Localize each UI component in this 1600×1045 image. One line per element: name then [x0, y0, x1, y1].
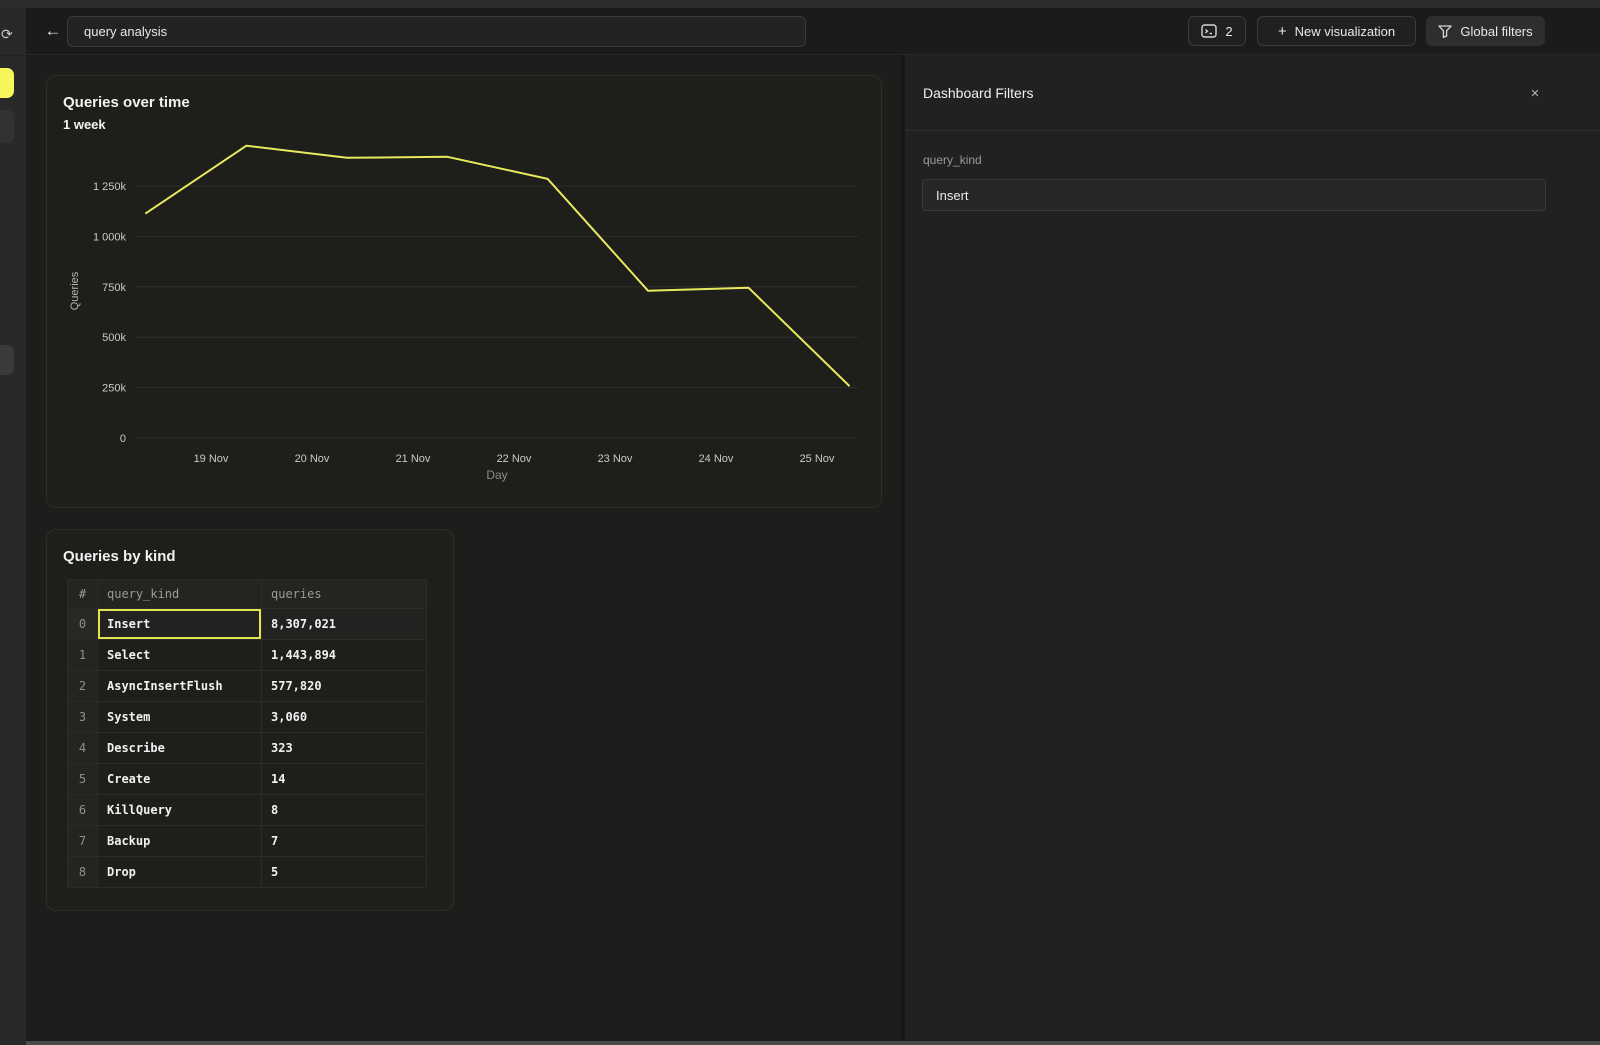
queries-value-cell[interactable]: 3,060 — [262, 702, 427, 733]
column-header-query-kind[interactable]: query_kind — [98, 580, 262, 609]
app-window: ⟳ ← 2 + New visualization — [0, 0, 1600, 1045]
svg-text:21 Nov: 21 Nov — [396, 453, 431, 465]
row-index-cell: 4 — [68, 733, 98, 764]
row-index-cell: 3 — [68, 702, 98, 733]
queries-by-kind-tbody: 0Insert8,307,0211Select1,443,8942AsyncIn… — [68, 609, 427, 888]
window-top-edge — [0, 0, 1600, 8]
column-header-index[interactable]: # — [68, 580, 98, 609]
top-bar: ← 2 + New visualization Global fi — [26, 8, 1600, 55]
queries-over-time-card[interactable]: Queries over time 1 week 0250k500k750k1 … — [46, 75, 882, 508]
left-sidebar: ⟳ — [0, 8, 26, 1045]
table-row: 3System3,060 — [68, 702, 427, 733]
global-filters-button[interactable]: Global filters — [1426, 16, 1545, 46]
close-panel-button[interactable]: ✕ — [1525, 83, 1545, 103]
global-filters-label: Global filters — [1460, 24, 1532, 39]
visualization-count-button[interactable]: 2 — [1188, 16, 1246, 46]
query-kind-cell[interactable]: System — [98, 702, 262, 733]
query-kind-cell[interactable]: Backup — [98, 826, 262, 857]
queries-by-kind-card[interactable]: Queries by kind # query_kind queries 0In… — [46, 529, 454, 911]
queries-by-kind-table: # query_kind queries 0Insert8,307,0211Se… — [67, 579, 427, 888]
window-bottom-edge — [26, 1041, 1600, 1045]
svg-text:23 Nov: 23 Nov — [598, 453, 633, 465]
svg-text:25 Nov: 25 Nov — [800, 453, 835, 465]
query-kind-filter-value: Insert — [936, 188, 969, 203]
svg-text:Queries: Queries — [69, 271, 81, 310]
query-kind-cell[interactable]: AsyncInsertFlush — [98, 671, 262, 702]
svg-text:0: 0 — [120, 433, 126, 445]
svg-text:1 250k: 1 250k — [93, 181, 127, 193]
queries-value-cell[interactable]: 7 — [262, 826, 427, 857]
queries-value-cell[interactable]: 8 — [262, 795, 427, 826]
query-kind-cell[interactable]: Select — [98, 640, 262, 671]
new-visualization-button[interactable]: + New visualization — [1257, 16, 1416, 46]
arrow-left-icon: ← — [45, 21, 62, 41]
query-kind-cell[interactable]: Create — [98, 764, 262, 795]
svg-text:250k: 250k — [102, 383, 126, 395]
svg-text:22 Nov: 22 Nov — [497, 453, 532, 465]
svg-text:1 000k: 1 000k — [93, 231, 127, 243]
table-row: 2AsyncInsertFlush577,820 — [68, 671, 427, 702]
close-icon: ✕ — [1530, 87, 1539, 100]
sidebar-item-active[interactable] — [0, 68, 14, 98]
svg-text:500k: 500k — [102, 332, 126, 344]
dashboard-filters-panel: Dashboard Filters ✕ query_kind Insert — [905, 55, 1600, 1040]
queries-value-cell[interactable]: 5 — [262, 857, 427, 888]
row-index-cell: 1 — [68, 640, 98, 671]
history-icon[interactable]: ⟳ — [1, 26, 13, 43]
filter-funnel-icon — [1438, 25, 1452, 38]
svg-text:19 Nov: 19 Nov — [194, 453, 229, 465]
query-kind-filter-select[interactable]: Insert — [922, 179, 1546, 211]
table-row: 5Create14 — [68, 764, 427, 795]
filter-field-label: query_kind — [923, 153, 982, 167]
plus-icon: + — [1278, 24, 1287, 39]
table-row: 8Drop5 — [68, 857, 427, 888]
column-header-queries[interactable]: queries — [262, 580, 427, 609]
queries-value-cell[interactable]: 577,820 — [262, 671, 427, 702]
visualization-count: 2 — [1225, 24, 1232, 39]
new-visualization-label: New visualization — [1295, 24, 1395, 39]
row-index-cell: 2 — [68, 671, 98, 702]
row-index-cell: 5 — [68, 764, 98, 795]
queries-value-cell[interactable]: 14 — [262, 764, 427, 795]
row-index-cell: 8 — [68, 857, 98, 888]
dashboard-title-input[interactable] — [67, 16, 806, 47]
queries-value-cell[interactable]: 1,443,894 — [262, 640, 427, 671]
sidebar-item[interactable] — [0, 110, 14, 143]
table-row: 6KillQuery8 — [68, 795, 427, 826]
queries-over-time-chart: 0 250k 500k 750k 1 000k 1 250k 19 Nov 20 Nov 21 … — [47, 76, 883, 509]
filters-panel-title: Dashboard Filters — [923, 85, 1034, 101]
table-row: 4Describe323 — [68, 733, 427, 764]
row-index-cell: 6 — [68, 795, 98, 826]
table-row: 7Backup7 — [68, 826, 427, 857]
console-icon — [1201, 24, 1217, 38]
query-kind-cell[interactable]: Describe — [98, 733, 262, 764]
panel-header-divider — [905, 130, 1600, 131]
svg-text:750k: 750k — [102, 282, 126, 294]
row-index-cell: 0 — [68, 609, 98, 640]
row-index-cell: 7 — [68, 826, 98, 857]
table-row: 1Select1,443,894 — [68, 640, 427, 671]
svg-text:20 Nov: 20 Nov — [295, 453, 330, 465]
table-row: 0Insert8,307,021 — [68, 609, 427, 640]
query-kind-cell[interactable]: Insert — [98, 609, 262, 640]
svg-text:24 Nov: 24 Nov — [699, 453, 734, 465]
table-header-row: # query_kind queries — [68, 580, 427, 609]
queries-value-cell[interactable]: 8,307,021 — [262, 609, 427, 640]
query-kind-cell[interactable]: KillQuery — [98, 795, 262, 826]
back-button[interactable]: ← — [38, 16, 68, 46]
sidebar-item[interactable] — [0, 345, 14, 375]
svg-text:Day: Day — [486, 468, 507, 482]
dashboard-canvas: Queries over time 1 week 0250k500k750k1 … — [26, 55, 901, 1040]
table-title: Queries by kind — [63, 548, 176, 565]
queries-value-cell[interactable]: 323 — [262, 733, 427, 764]
query-kind-cell[interactable]: Drop — [98, 857, 262, 888]
